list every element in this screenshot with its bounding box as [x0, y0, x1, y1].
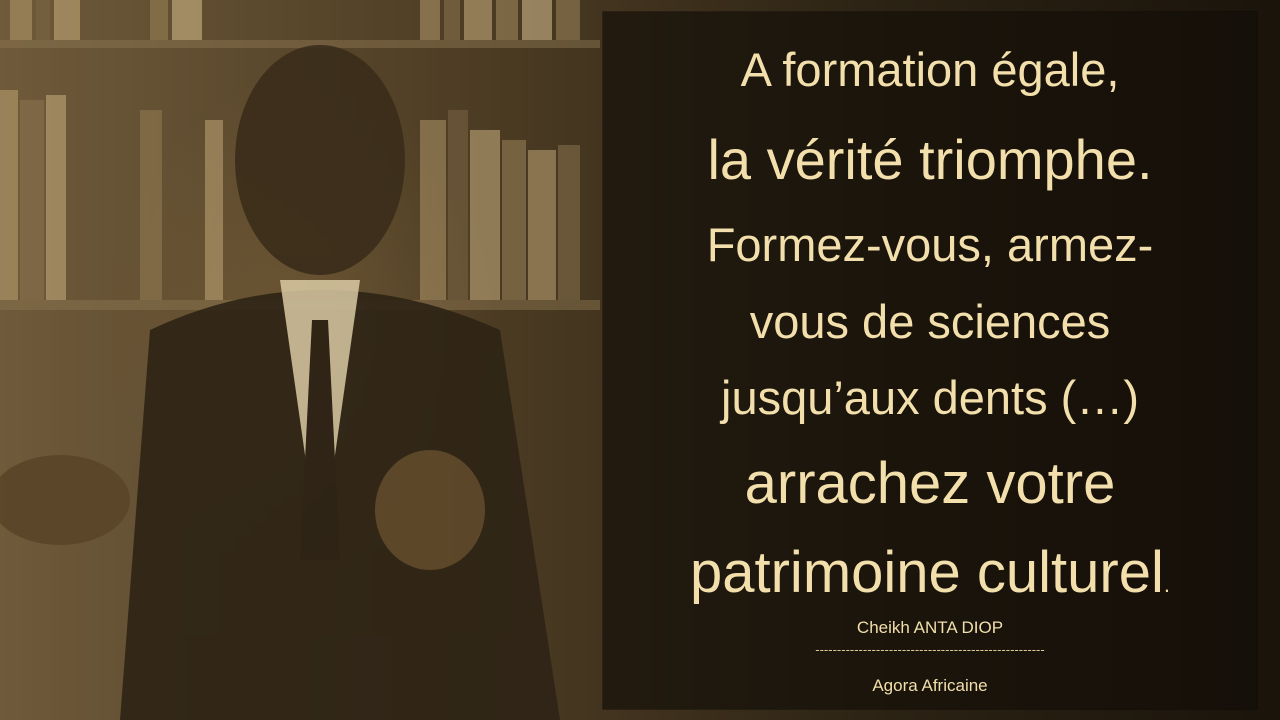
quote-line: vous de sciences: [749, 295, 1111, 348]
quote-line: la vérité triomphe.: [707, 128, 1153, 191]
quote-line: A formation égale,: [740, 43, 1120, 96]
quote-line: patrimoine culturel.: [603, 539, 1257, 606]
quote-line-text: patrimoine culturel: [689, 540, 1164, 605]
quote-line: jusqu’aux dents (…): [721, 371, 1139, 424]
divider-line: ----------------------------------------…: [815, 642, 1045, 657]
source-name: Agora Africaine: [872, 676, 988, 695]
quote-end-period: .: [1163, 572, 1170, 597]
author-name: Cheikh ANTA DIOP: [856, 618, 1004, 637]
quote-line: Formez-vous, armez-: [706, 218, 1154, 271]
quote-line: arrachez votre: [744, 451, 1116, 516]
quote-panel: A formation égale, la vérité triomphe. F…: [603, 12, 1257, 709]
